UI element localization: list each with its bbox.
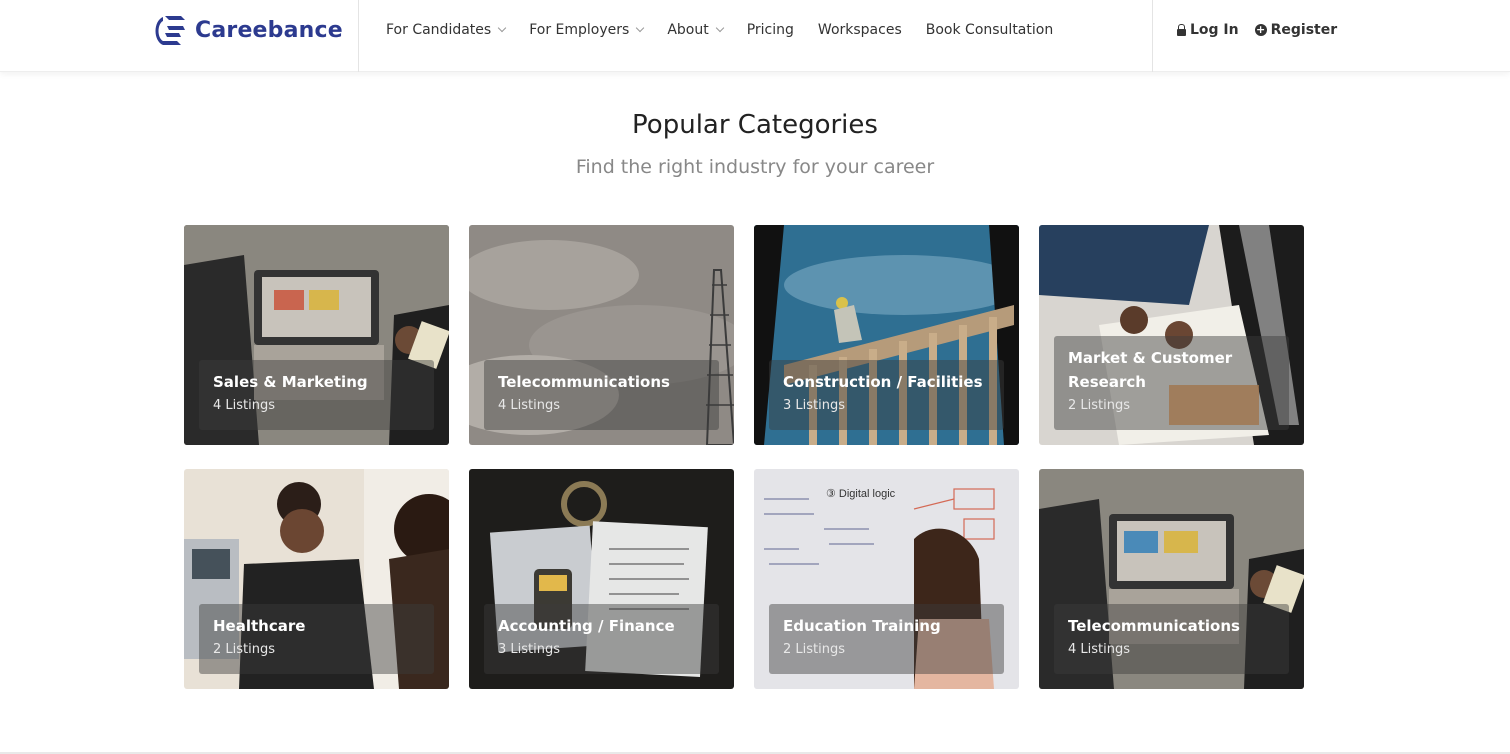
header-divider-right bbox=[1152, 0, 1153, 72]
category-card[interactable]: Telecommunications 4 Listings bbox=[469, 225, 734, 445]
chevron-down-icon bbox=[715, 23, 724, 33]
category-card[interactable]: Sales & Marketing 4 Listings bbox=[184, 225, 449, 445]
section-subtitle: Find the right industry for your career bbox=[575, 156, 935, 178]
category-name: Telecommunications bbox=[498, 373, 670, 391]
login-link[interactable]: Log In bbox=[1177, 22, 1239, 38]
category-count: 3 Listings bbox=[498, 642, 561, 657]
category-name: Education Training bbox=[783, 617, 941, 635]
category-label: Accounting / Finance 3 Listings bbox=[484, 604, 719, 674]
nav-pricing[interactable]: Pricing bbox=[747, 22, 794, 38]
category-count: 4 Listings bbox=[498, 398, 561, 413]
category-label: Telecommunications 4 Listings bbox=[1054, 604, 1289, 674]
nav-about[interactable]: About bbox=[667, 22, 724, 38]
category-label: Telecommunications 4 Listings bbox=[484, 360, 719, 430]
category-count: 4 Listings bbox=[213, 398, 276, 413]
category-label: Sales & Marketing 4 Listings bbox=[199, 360, 434, 430]
category-label: Market & Customer Research 2 Listings bbox=[1054, 336, 1289, 430]
category-name: Construction / Facilities bbox=[783, 373, 983, 391]
nav-label: For Candidates bbox=[386, 22, 492, 38]
svg-text:③ Digital logic: ③ Digital logic bbox=[826, 488, 896, 500]
nav-for-candidates[interactable]: For Candidates bbox=[386, 22, 507, 38]
category-count: 2 Listings bbox=[213, 642, 276, 657]
brand-logo[interactable]: Careebance bbox=[155, 12, 343, 48]
register-label: Register bbox=[1270, 22, 1338, 38]
category-count: 4 Listings bbox=[1068, 642, 1131, 657]
nav-label: Book Consultation bbox=[925, 22, 1054, 38]
category-card[interactable]: Construction / Facilities 3 Listings bbox=[754, 225, 1019, 445]
nav-label: For Employers bbox=[529, 22, 630, 38]
category-name: Sales & Marketing bbox=[213, 373, 368, 391]
category-label: Healthcare 2 Listings bbox=[199, 604, 434, 674]
lock-icon bbox=[1177, 24, 1186, 36]
header-divider-left bbox=[358, 0, 359, 72]
category-card[interactable]: ③ Digital logic Education Training 2 Lis… bbox=[754, 469, 1019, 689]
category-label: Education Training 2 Listings bbox=[769, 604, 1004, 674]
chevron-down-icon bbox=[497, 23, 507, 33]
login-label: Log In bbox=[1190, 22, 1239, 38]
main-nav: For Candidates For Employers About Prici… bbox=[386, 0, 1077, 60]
nav-label: About bbox=[667, 22, 709, 38]
category-name: Telecommunications bbox=[1068, 617, 1240, 635]
category-name: Market & Customer Research bbox=[1068, 349, 1233, 391]
brand-name: Careebance bbox=[195, 17, 343, 43]
nav-label: Workspaces bbox=[817, 22, 902, 38]
nav-label: Pricing bbox=[746, 22, 794, 38]
register-link[interactable]: + Register bbox=[1254, 22, 1338, 38]
chevron-down-icon bbox=[636, 23, 645, 33]
category-card[interactable]: Accounting / Finance 3 Listings bbox=[469, 469, 734, 689]
section-title: Popular Categories bbox=[632, 110, 878, 140]
category-count: 2 Listings bbox=[783, 642, 846, 657]
plus-circle-icon: + bbox=[1254, 23, 1267, 36]
category-card[interactable]: Telecommunications 4 Listings bbox=[1039, 469, 1304, 689]
category-card[interactable]: Healthcare 2 Listings bbox=[184, 469, 449, 689]
category-card[interactable]: Market & Customer Research 2 Listings bbox=[1039, 225, 1304, 445]
category-name: Accounting / Finance bbox=[498, 617, 675, 635]
category-count: 2 Listings bbox=[1068, 398, 1131, 413]
nav-book-consultation[interactable]: Book Consultation bbox=[926, 22, 1053, 38]
category-label: Construction / Facilities 3 Listings bbox=[769, 360, 1004, 430]
category-count: 3 Listings bbox=[783, 398, 846, 413]
auth-links: Log In + Register bbox=[1177, 0, 1337, 60]
category-name: Healthcare bbox=[213, 617, 306, 635]
careebance-logo-icon bbox=[155, 16, 185, 45]
nav-for-employers[interactable]: For Employers bbox=[529, 22, 645, 38]
site-header: Careebance For Candidates For Employers … bbox=[0, 0, 1510, 72]
nav-workspaces[interactable]: Workspaces bbox=[818, 22, 902, 38]
